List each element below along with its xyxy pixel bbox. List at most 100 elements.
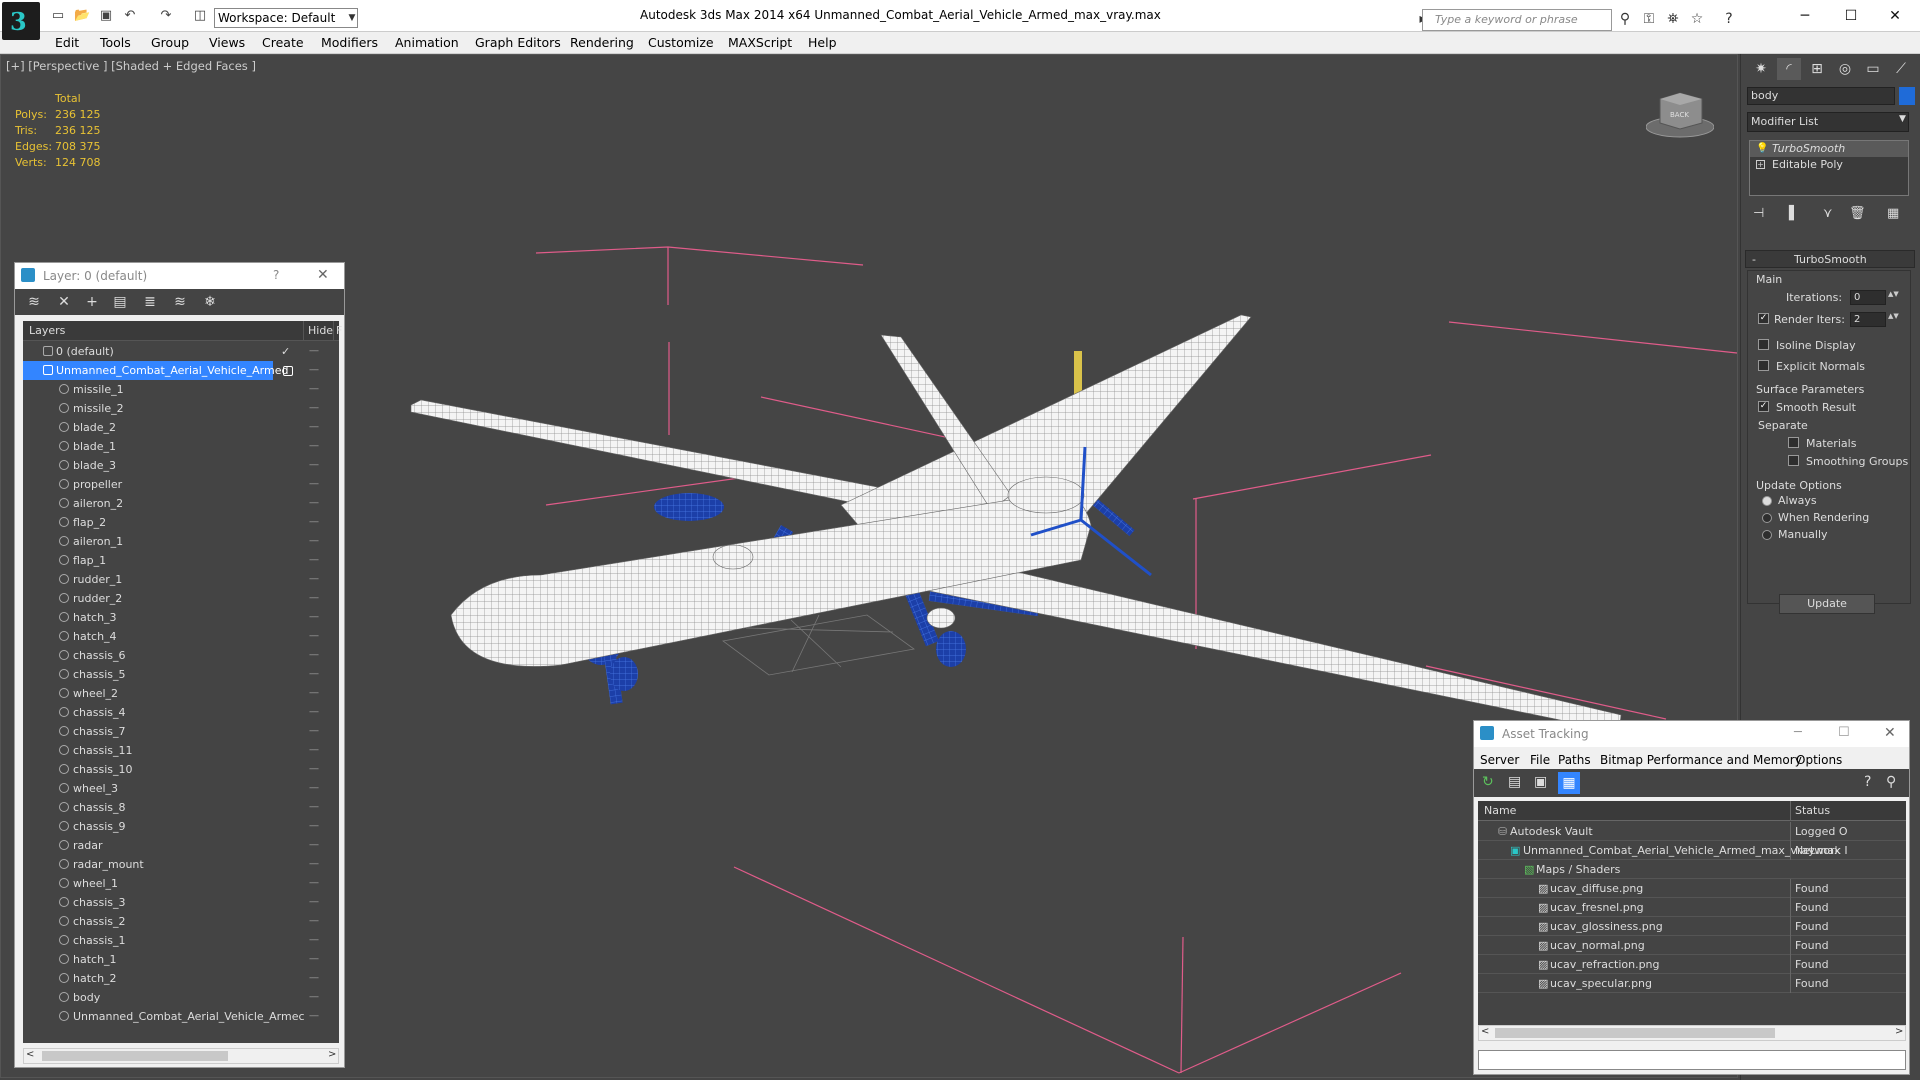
menu-modifiers[interactable]: Modifiers [321, 35, 378, 50]
col-layers[interactable]: Layers [29, 321, 65, 341]
close-button[interactable]: ✕ [1884, 725, 1896, 741]
table-row[interactable]: ▧ Maps / Shaders [1478, 860, 1906, 879]
hide-toggle[interactable]: ---- [309, 532, 319, 551]
hide-toggle[interactable]: ---- [309, 741, 319, 760]
menu-customize[interactable]: Customize [648, 35, 714, 50]
hide-toggle[interactable]: ---- [309, 665, 319, 684]
list-item[interactable]: chassis_3 ---- [23, 893, 339, 912]
maximize-button[interactable]: ☐ [1838, 725, 1850, 740]
table-row[interactable]: ▨ ucav_glossiness.png Found [1478, 917, 1906, 936]
list-item[interactable]: blade_3 ---- [23, 456, 339, 475]
display-tab-icon[interactable]: ▭ [1861, 58, 1885, 80]
when-rendering-radio[interactable] [1762, 513, 1772, 523]
spinner-arrows-icon[interactable]: ▲▼ [1888, 290, 1899, 298]
hide-toggle[interactable]: ---- [309, 912, 319, 931]
list-item[interactable]: chassis_1 ---- [23, 931, 339, 950]
binoculars-icon[interactable]: ⚲ [1616, 10, 1634, 28]
current-layer-icon[interactable] [283, 366, 293, 376]
col-name[interactable]: Name [1484, 801, 1516, 821]
hide-toggle[interactable]: ---- [309, 608, 319, 627]
hide-toggle[interactable]: ---- [309, 570, 319, 589]
list-item[interactable]: chassis_2 ---- [23, 912, 339, 931]
hide-toggle[interactable]: ---- [309, 779, 319, 798]
asset-tracking-titlebar[interactable]: Asset Tracking ─ ☐ ✕ [1474, 721, 1909, 747]
explicit-normals-checkbox[interactable] [1758, 360, 1769, 371]
list-item[interactable]: hatch_3 ---- [23, 608, 339, 627]
list-view-icon[interactable]: ▤ [1508, 774, 1521, 790]
hide-toggle[interactable]: ---- [309, 760, 319, 779]
hide-toggle[interactable]: ---- [309, 722, 319, 741]
list-item[interactable]: wheel_1 ---- [23, 874, 339, 893]
hide-toggle[interactable]: ---- [309, 798, 319, 817]
list-item[interactable]: blade_2 ---- [23, 418, 339, 437]
list-item[interactable]: radar_mount ---- [23, 855, 339, 874]
hide-toggle[interactable]: ---- [309, 551, 319, 570]
star-icon[interactable]: ☆ [1688, 10, 1706, 28]
key-icon[interactable]: ⚿ [1640, 10, 1658, 28]
object-color-swatch[interactable] [1899, 87, 1915, 105]
menu-graph-editors[interactable]: Graph Editors [475, 35, 561, 50]
always-radio[interactable] [1762, 496, 1772, 506]
menu-edit[interactable]: Edit [55, 35, 79, 50]
list-item[interactable]: propeller ---- [23, 475, 339, 494]
list-item[interactable]: rudder_1 ---- [23, 570, 339, 589]
workspace-dropdown[interactable]: Workspace: Default [214, 8, 358, 28]
chevron-right-icon[interactable]: > [328, 1049, 336, 1060]
render-iters-spinner[interactable]: 2 [1850, 312, 1886, 327]
collapse-icon[interactable]: - [1752, 253, 1756, 266]
highlight-layer-icon[interactable]: ≋ [169, 293, 191, 311]
list-item[interactable]: radar ---- [23, 836, 339, 855]
list-item[interactable]: chassis_11 ---- [23, 741, 339, 760]
modifier-list-dropdown[interactable]: Modifier List [1747, 112, 1909, 132]
list-item[interactable]: chassis_7 ---- [23, 722, 339, 741]
table-row[interactable]: ▨ ucav_diffuse.png Found [1478, 879, 1906, 898]
menu-group[interactable]: Group [151, 35, 189, 50]
maximize-button[interactable]: ☐ [1836, 6, 1866, 26]
smoothing-groups-checkbox[interactable] [1788, 455, 1799, 466]
scrollbar-thumb[interactable] [42, 1051, 228, 1061]
spinner-arrows-icon[interactable]: ▲▼ [1888, 312, 1899, 320]
list-item[interactable]: aileron_2 ---- [23, 494, 339, 513]
menu-server[interactable]: Server [1480, 753, 1519, 767]
viewcube-face-label[interactable]: BACK [1670, 111, 1689, 119]
utilities-tab-icon[interactable]: ⟋ [1889, 58, 1913, 80]
hide-toggle[interactable]: ---- [309, 836, 319, 855]
materials-checkbox[interactable] [1788, 437, 1799, 448]
minimize-button[interactable]: ─ [1794, 725, 1802, 740]
refresh-icon[interactable]: ↻ [1482, 774, 1494, 790]
iterations-spinner[interactable]: 0 [1850, 290, 1886, 305]
table-row[interactable]: ▨ ucav_specular.png Found [1478, 974, 1906, 993]
list-item[interactable]: body ---- [23, 988, 339, 1007]
create-tab-icon[interactable]: ✷ [1749, 58, 1773, 80]
list-item[interactable]: chassis_5 ---- [23, 665, 339, 684]
menu-maxscript[interactable]: MAXScript [728, 35, 792, 50]
list-item[interactable]: missile_1 ---- [23, 380, 339, 399]
pin-icon[interactable]: ⚲ [1886, 774, 1896, 790]
chevron-left-icon[interactable]: < [1481, 1026, 1489, 1037]
horizontal-scrollbar[interactable]: < > [23, 1048, 339, 1064]
minimize-button[interactable]: ─ [1790, 6, 1820, 26]
table-row[interactable]: ▨ ucav_fresnel.png Found [1478, 898, 1906, 917]
hide-toggle[interactable]: ---- [309, 988, 319, 1007]
layer-panel-close-button[interactable]: ✕ [317, 267, 329, 283]
close-button[interactable]: ✕ [1880, 6, 1910, 26]
freeze-layer-icon[interactable]: ❄ [199, 293, 221, 311]
hide-toggle[interactable]: ---- [309, 456, 319, 475]
list-item[interactable]: Unmanned_Combat_Aerial_Vehicle_Armec ---- [23, 1007, 339, 1026]
horizontal-scrollbar[interactable]: < > [1478, 1025, 1906, 1041]
menu-rendering[interactable]: Rendering [570, 35, 634, 50]
menu-bitmap-performance[interactable]: Bitmap Performance and Memory [1600, 753, 1802, 767]
redo-icon[interactable]: ↷ [158, 9, 174, 23]
menu-views[interactable]: Views [209, 35, 245, 50]
hide-toggle[interactable]: ---- [309, 817, 319, 836]
open-file-icon[interactable]: 📂 [74, 9, 90, 23]
add-selection-icon[interactable]: ≣ [139, 293, 161, 311]
list-item[interactable]: chassis_8 ---- [23, 798, 339, 817]
remove-modifier-icon[interactable]: 🗑 [1849, 206, 1866, 221]
help-button[interactable]: ? [273, 268, 279, 282]
list-item[interactable]: flap_2 ---- [23, 513, 339, 532]
hide-toggle[interactable]: ---- [309, 627, 319, 646]
stack-item-turbosmooth[interactable]: TurboSmooth [1750, 141, 1908, 157]
hide-toggle[interactable]: ---- [309, 589, 319, 608]
layer-panel-titlebar[interactable]: Layer: 0 (default) ? ✕ [15, 263, 344, 289]
